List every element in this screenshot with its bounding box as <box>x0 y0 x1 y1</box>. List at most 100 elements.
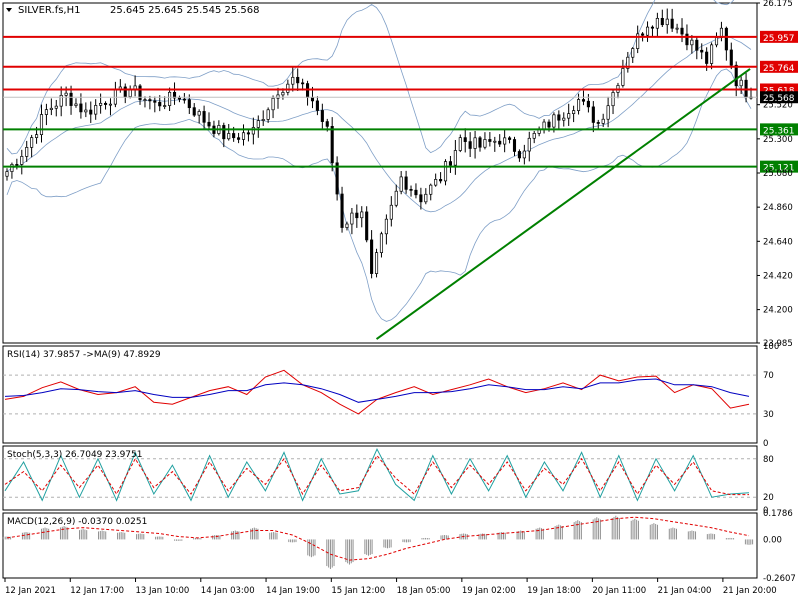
candle-body <box>586 100 590 108</box>
candle-body <box>542 121 546 130</box>
price-tick-label: 25.520 <box>763 101 793 111</box>
candle-body <box>527 137 531 152</box>
candle-body <box>448 161 452 166</box>
candle-body <box>163 105 167 107</box>
candle-body <box>69 92 73 106</box>
candle-body <box>365 211 369 241</box>
candle-body <box>168 91 172 106</box>
candle-body <box>552 114 556 128</box>
time-tick-label: 12 Jan 2021 <box>5 586 56 596</box>
macd-tick-label: 0.00 <box>763 535 782 545</box>
candle-body <box>675 27 679 30</box>
candle-body <box>596 122 600 124</box>
chart-canvas[interactable]: 26.17525.95725.76425.61825.56825.52025.3… <box>0 0 800 600</box>
candle-body <box>246 132 250 135</box>
indicator-tick-label: 100 <box>763 342 779 352</box>
candle-body <box>493 140 497 143</box>
candle-body <box>207 121 211 127</box>
candle-body <box>89 109 93 115</box>
candle-body <box>439 179 443 182</box>
time-tick-label: 21 Jan 04:00 <box>658 586 712 596</box>
candle-body <box>143 99 147 101</box>
symbol-label: SILVER.fs,H1 <box>18 5 81 16</box>
candle-body <box>458 137 462 151</box>
price-tick-label: 24.420 <box>763 271 793 281</box>
candle-body <box>650 26 655 29</box>
candle-body <box>84 109 88 113</box>
candle-body <box>123 86 127 97</box>
candle-body <box>606 105 610 120</box>
candle-body <box>237 137 241 140</box>
candle-body <box>621 68 625 86</box>
candle-body <box>286 83 290 93</box>
candle-body <box>710 44 714 64</box>
candle-body <box>399 176 403 192</box>
candle-body <box>660 17 664 26</box>
candle-body <box>591 106 595 123</box>
candle-body <box>389 204 393 220</box>
candle-body <box>266 109 270 120</box>
candle-body <box>379 233 384 253</box>
candle[interactable] <box>335 156 339 201</box>
price-tick-label: 25.080 <box>763 169 793 179</box>
candle-body <box>567 113 571 119</box>
candle-body <box>227 133 231 140</box>
candle-body <box>724 27 728 51</box>
candle-body <box>39 114 44 135</box>
candle-body <box>325 121 329 127</box>
trading-chart[interactable]: 26.17525.95725.76425.61825.56825.52025.3… <box>0 0 800 600</box>
candle-body <box>187 99 191 109</box>
candle-body <box>512 139 517 152</box>
candle-body <box>222 125 226 140</box>
candle-body <box>655 17 659 29</box>
candle-body <box>5 171 9 177</box>
candle-body <box>276 94 280 99</box>
candle-body <box>10 164 14 172</box>
candle-body <box>25 147 29 157</box>
candle-body <box>350 212 354 225</box>
candle-body <box>434 179 438 186</box>
candle-body <box>488 139 492 142</box>
candle-body <box>192 107 196 116</box>
candle-body <box>670 18 674 29</box>
level-price-label: 25.764 <box>763 64 795 74</box>
candle-body <box>261 119 265 121</box>
candle-body <box>345 223 349 228</box>
indicator-title: RSI(14) 37.9857 ->MA(9) 47.8929 <box>7 350 161 360</box>
candle-body <box>508 137 512 140</box>
indicator-tick-label: 20 <box>763 493 774 503</box>
candle-body <box>44 109 48 115</box>
candle-body <box>562 117 566 121</box>
candle-body <box>202 111 206 123</box>
price-tick-label: 24.860 <box>763 203 793 213</box>
candle-body <box>296 76 300 84</box>
indicator-tick-label: 80 <box>763 455 774 465</box>
ohlc-readout: 25.645 25.645 25.545 25.568 <box>110 5 260 16</box>
candle-body <box>714 37 719 46</box>
candle-body <box>473 137 477 149</box>
price-tick-label: 26.175 <box>763 0 793 9</box>
indicator-tick-label: 0 <box>763 439 768 449</box>
candle-body <box>483 139 487 148</box>
candle-body <box>153 100 157 103</box>
candle-body <box>503 137 507 145</box>
candle-body <box>404 176 408 190</box>
candle-body <box>15 164 19 166</box>
candle[interactable] <box>374 248 379 278</box>
candle-body <box>414 189 418 196</box>
time-tick-label: 14 Jan 03:00 <box>201 586 255 596</box>
time-tick-label: 19 Jan 18:00 <box>527 586 581 596</box>
candle-body <box>547 121 551 128</box>
price-tick-label: 25.300 <box>763 135 793 145</box>
candle-body <box>340 193 344 228</box>
candle-body <box>498 140 502 145</box>
candle-body <box>557 114 561 121</box>
candle-body <box>394 190 398 206</box>
indicator-tick-label: 30 <box>763 410 774 420</box>
candle-body <box>532 133 536 139</box>
candle-body <box>74 103 78 106</box>
candle-body <box>576 99 581 111</box>
time-tick-label: 20 Jan 11:00 <box>592 586 646 596</box>
candle-body <box>256 120 260 128</box>
candle[interactable] <box>365 206 369 243</box>
